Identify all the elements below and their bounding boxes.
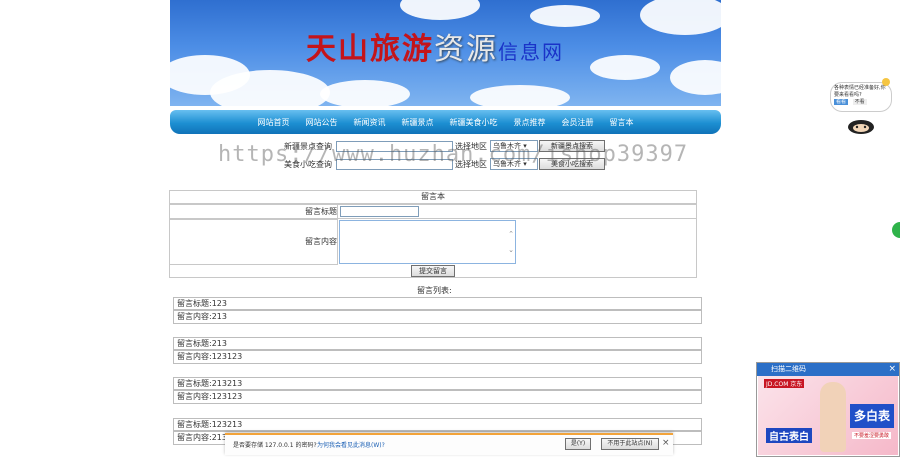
emoji-widget-text: 各种表情已经准备好,你要来看看吗? [834, 85, 886, 98]
site-title: 天山旅游资源信息网 [306, 24, 564, 68]
widget-no-button[interactable]: 不看 [852, 99, 867, 105]
messages-title: 留言列表: [417, 286, 452, 295]
why-link[interactable]: 为何我会看见此消息(W)? [317, 440, 385, 449]
ad-brand: JD.COM 京东 [764, 379, 805, 388]
content-textarea[interactable]: ⌃ ⌄ [339, 220, 516, 264]
header-banner: 天山旅游资源信息网 [170, 0, 721, 106]
message-title-1: 留言标题:123 [173, 297, 702, 310]
widget-badge-icon [882, 78, 890, 86]
emoji-widget-bubble: 各种表情已经准备好,你要来看看吗? 看看 不看 [830, 82, 892, 112]
site-title-part1: 天山旅游 [306, 32, 434, 67]
nav-spots[interactable]: 新疆景点 [402, 117, 434, 128]
guestbook-title: 留言本 [169, 190, 697, 204]
scroll-down-icon[interactable]: ⌄ [508, 246, 514, 254]
ad-sub2: 不要羞涩要勇敢 [852, 432, 892, 439]
content-label: 留言内容 [305, 237, 337, 246]
main-nav: 网站首页 网站公告 新闻资讯 新疆景点 新疆美食小吃 景点推荐 会员注册 留言本 [170, 110, 721, 134]
nav-recommend[interactable]: 景点推荐 [514, 117, 546, 128]
site-title-part3: 信息网 [498, 40, 564, 64]
mascot-icon[interactable] [846, 116, 876, 134]
ad-headline: 多白表 [850, 404, 894, 428]
nav-notice[interactable]: 网站公告 [306, 117, 338, 128]
subject-label: 留言标题 [305, 207, 337, 216]
message-title-2: 留言标题:213 [173, 337, 702, 350]
message-title-3: 留言标题:213213 [173, 377, 702, 390]
nav-news[interactable]: 新闻资讯 [354, 117, 386, 128]
nav-home[interactable]: 网站首页 [258, 117, 290, 128]
widget-yes-button[interactable]: 看看 [834, 99, 849, 105]
scroll-up-icon[interactable]: ⌃ [508, 230, 514, 238]
site-title-part2: 资源 [434, 32, 498, 67]
side-tab-icon[interactable] [892, 222, 900, 238]
ad-popup: 扫描二维码 × JD.COM 京东 多白表 自古表白 不要羞涩要勇敢 [756, 362, 900, 457]
nav-food[interactable]: 新疆美食小吃 [450, 117, 498, 128]
ad-person-image [820, 382, 846, 452]
ad-sub1: 自古表白 [766, 428, 812, 443]
message-content-1: 留言内容:213 [173, 310, 702, 324]
save-yes-button[interactable]: 是(Y) [565, 438, 591, 450]
message-content-3: 留言内容:123123 [173, 390, 702, 404]
submit-button[interactable]: 提交留言 [411, 265, 455, 277]
password-save-text: 是否要存储 127.0.0.1 的密码? [233, 442, 317, 449]
bar-close-icon[interactable]: × [662, 438, 670, 448]
ad-header: 扫描二维码 [757, 363, 899, 376]
ad-close-icon[interactable]: × [888, 364, 896, 374]
nav-guestbook[interactable]: 留言本 [610, 117, 634, 128]
never-save-button[interactable]: 不用于此站点(N) [601, 438, 659, 450]
ad-image[interactable]: JD.COM 京东 多白表 自古表白 不要羞涩要勇敢 [758, 376, 898, 455]
message-title-4: 留言标题:123213 [173, 418, 702, 431]
message-content-2: 留言内容:123123 [173, 350, 702, 364]
password-save-bar: 是否要存储 127.0.0.1 的密码? 为何我会看见此消息(W)? 是(Y) … [225, 433, 673, 455]
watermark: https://www.huzhan.com/ishop39397 [218, 142, 689, 167]
subject-input[interactable] [340, 206, 419, 217]
nav-register[interactable]: 会员注册 [562, 117, 594, 128]
